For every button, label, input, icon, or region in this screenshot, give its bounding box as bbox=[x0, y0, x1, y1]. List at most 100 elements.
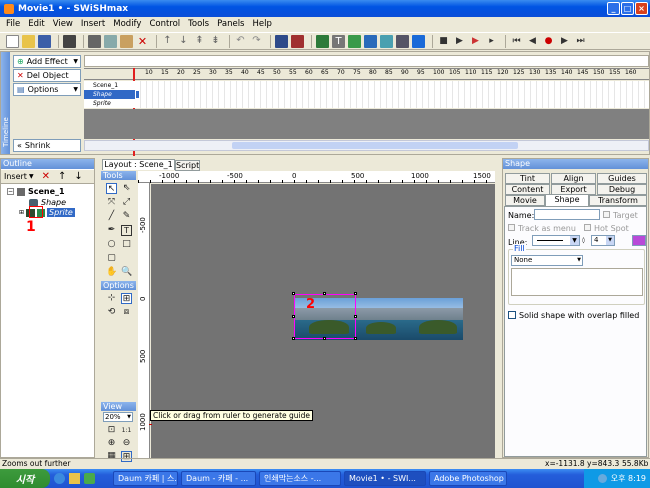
record-icon[interactable]: ● bbox=[542, 35, 555, 48]
tab-content[interactable]: Content bbox=[505, 184, 550, 195]
task-daum-2[interactable]: Daum - 카페 - ... bbox=[181, 471, 256, 486]
target-checkbox[interactable] bbox=[603, 211, 610, 218]
send-back-icon[interactable]: ⇟ bbox=[209, 35, 222, 48]
line-picker-icon[interactable]: ◊ bbox=[582, 235, 589, 246]
insert-sprite-icon[interactable] bbox=[364, 34, 377, 48]
fill-select[interactable]: None ▼ bbox=[511, 255, 583, 266]
copy-icon[interactable] bbox=[104, 34, 117, 48]
help-icon[interactable] bbox=[275, 34, 288, 48]
ellipse-tool-icon[interactable]: ○ bbox=[106, 239, 117, 250]
zoom-out-icon[interactable]: ⊖ bbox=[121, 438, 132, 449]
timeline-frames[interactable] bbox=[135, 81, 649, 108]
arrow-up-icon[interactable]: ↑ bbox=[58, 171, 66, 182]
collapse-icon[interactable]: − bbox=[7, 188, 14, 195]
arrow-down-icon[interactable]: ↓ bbox=[74, 171, 82, 182]
play-icon[interactable]: ▶ bbox=[453, 35, 466, 48]
menu-modify[interactable]: Modify bbox=[113, 19, 141, 29]
zoom-tool-icon[interactable]: 🔍 bbox=[121, 267, 132, 278]
handle-right[interactable] bbox=[354, 315, 357, 318]
tree-sprite[interactable]: ⊞ Sprite bbox=[19, 208, 75, 217]
handle-tr[interactable] bbox=[354, 292, 357, 295]
insert-scene-icon[interactable] bbox=[316, 34, 329, 48]
move-down-icon[interactable]: ↓ bbox=[177, 35, 190, 48]
horizontal-ruler[interactable]: -1000 -500 0 500 1000 1500 bbox=[138, 171, 495, 183]
track-sprite[interactable]: Sprite bbox=[84, 99, 135, 108]
handle-left[interactable] bbox=[292, 315, 295, 318]
zoom-in-icon[interactable]: ⊕ bbox=[106, 438, 117, 449]
pencil-tool-icon[interactable]: ✎ bbox=[121, 211, 132, 222]
vertical-ruler[interactable]: -500 0 500 1000 bbox=[138, 183, 150, 458]
options-button[interactable]: ▤ Options ▼ bbox=[13, 83, 81, 96]
delete-icon[interactable]: ✕ bbox=[42, 171, 50, 182]
redo-icon[interactable]: ↷ bbox=[250, 35, 263, 48]
tab-layout[interactable]: Layout : Scene_1 bbox=[102, 159, 175, 170]
paste-icon[interactable] bbox=[120, 34, 133, 48]
chevron-down-icon[interactable]: ▼ bbox=[29, 173, 34, 180]
tab-shape[interactable]: Shape bbox=[545, 194, 589, 206]
start-button[interactable]: 시작 bbox=[0, 469, 50, 488]
shrink-button[interactable]: « Shrink bbox=[13, 139, 81, 152]
stop-icon[interactable]: ■ bbox=[437, 35, 450, 48]
tree-scene[interactable]: − Scene_1 bbox=[7, 187, 65, 196]
keyframe-marker[interactable] bbox=[136, 91, 139, 98]
next-frame-icon[interactable]: ▶ bbox=[558, 35, 571, 48]
insert-image-icon[interactable] bbox=[380, 34, 393, 48]
insert-script-icon[interactable] bbox=[412, 34, 425, 48]
line-style-select[interactable]: ▼ bbox=[532, 235, 580, 246]
name-input[interactable] bbox=[534, 209, 600, 220]
close-button[interactable]: × bbox=[635, 2, 648, 15]
handle-top[interactable] bbox=[323, 292, 326, 295]
scrollbar-thumb[interactable] bbox=[232, 142, 518, 149]
open-icon[interactable] bbox=[22, 34, 35, 48]
tab-transform[interactable]: Transform bbox=[589, 195, 647, 206]
ie-icon[interactable] bbox=[54, 473, 65, 484]
hot-spot-checkbox[interactable] bbox=[584, 224, 591, 231]
zoom-fit-icon[interactable]: ⊡ bbox=[106, 425, 117, 436]
tab-debug[interactable]: Debug bbox=[597, 184, 647, 195]
zoom-100-icon[interactable]: 1:1 bbox=[121, 425, 132, 436]
pen-tool-icon[interactable]: ✒ bbox=[106, 225, 117, 236]
task-photoshop[interactable]: Adobe Photoshop bbox=[429, 471, 507, 486]
menu-tools[interactable]: Tools bbox=[188, 19, 209, 29]
task-swishmax[interactable]: Movie1 • - SWI... bbox=[344, 471, 426, 486]
menu-insert[interactable]: Insert bbox=[81, 19, 105, 29]
insert-text-icon[interactable]: T bbox=[332, 34, 345, 48]
play-timeline-icon[interactable]: ▶ bbox=[469, 35, 482, 48]
handle-tl[interactable] bbox=[292, 292, 295, 295]
bring-front-icon[interactable]: ⇞ bbox=[193, 35, 206, 48]
line-tool-icon[interactable]: ╱ bbox=[106, 211, 117, 222]
save-icon[interactable] bbox=[38, 34, 51, 48]
shape-selection-box[interactable] bbox=[294, 294, 356, 339]
menu-file[interactable]: File bbox=[6, 19, 20, 29]
reshape-tool-icon[interactable]: ⤢ bbox=[121, 197, 132, 208]
new-icon[interactable] bbox=[6, 34, 19, 48]
tab-movie[interactable]: Movie bbox=[505, 195, 545, 206]
del-object-button[interactable]: ✕ Del Object bbox=[13, 69, 81, 82]
undo-icon[interactable]: ↶ bbox=[234, 35, 247, 48]
maximize-button[interactable]: □ bbox=[621, 2, 634, 15]
first-frame-icon[interactable]: ⏮ bbox=[510, 35, 523, 48]
prev-frame-icon[interactable]: ◀ bbox=[526, 35, 539, 48]
snap-icon[interactable]: ⊹ bbox=[106, 293, 117, 304]
track-as-menu-checkbox[interactable] bbox=[508, 224, 515, 231]
media-icon[interactable] bbox=[84, 473, 95, 484]
grid-snap-icon[interactable]: ⊞ bbox=[121, 293, 132, 304]
tab-script[interactable]: Script bbox=[175, 160, 200, 171]
delete-icon[interactable]: ✕ bbox=[136, 35, 149, 48]
task-print[interactable]: 인쇄막는소스 -... bbox=[259, 471, 341, 486]
last-frame-icon[interactable]: ⏭ bbox=[574, 35, 587, 48]
tab-align[interactable]: Align bbox=[551, 173, 596, 184]
desktop-icon[interactable] bbox=[69, 473, 80, 484]
menu-edit[interactable]: Edit bbox=[28, 19, 44, 29]
solid-shape-checkbox[interactable] bbox=[508, 311, 516, 319]
task-daum-1[interactable]: Daum 카페 | 스... bbox=[113, 471, 178, 486]
line-color-swatch[interactable] bbox=[632, 235, 646, 246]
menu-panels[interactable]: Panels bbox=[217, 19, 244, 29]
minimize-button[interactable]: _ bbox=[607, 2, 620, 15]
zoom-select[interactable]: 20% ▼ bbox=[103, 412, 133, 422]
rotate-icon[interactable]: ⟲ bbox=[106, 307, 117, 318]
transform-tool-icon[interactable]: ⤧ bbox=[106, 197, 117, 208]
tab-tint[interactable]: Tint bbox=[505, 173, 550, 184]
tab-guides[interactable]: Guides bbox=[597, 173, 647, 184]
tray-icon[interactable] bbox=[597, 474, 607, 483]
